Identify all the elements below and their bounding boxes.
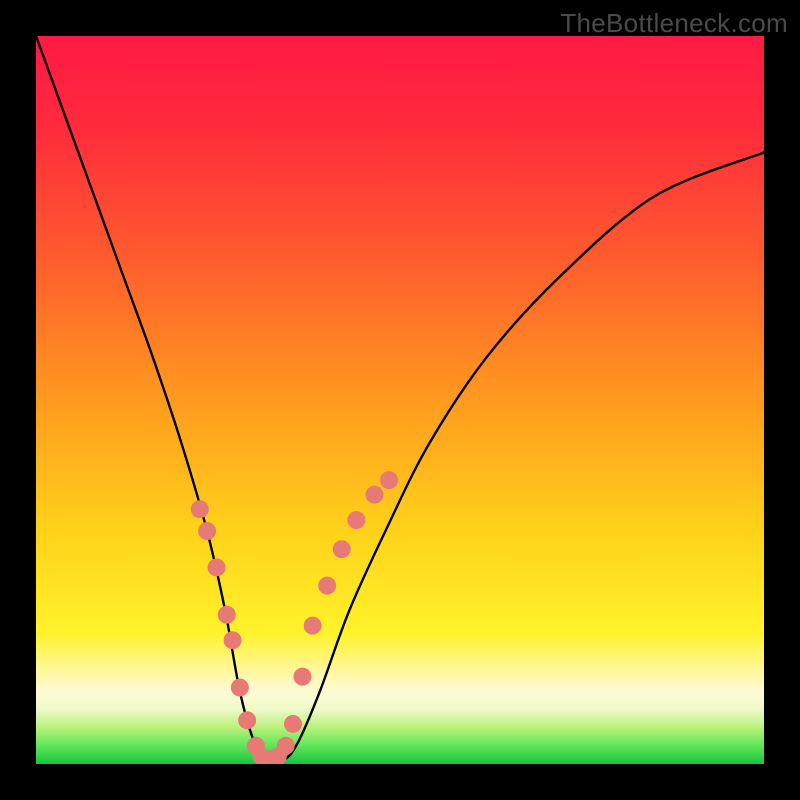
chart-svg (36, 36, 764, 764)
data-marker (191, 500, 209, 518)
data-marker (333, 540, 351, 558)
data-marker (231, 679, 249, 697)
data-marker (198, 522, 216, 540)
data-marker (380, 471, 398, 489)
data-marker (366, 486, 384, 504)
data-marker (238, 711, 256, 729)
data-marker (304, 617, 322, 635)
chart-plot-area (36, 36, 764, 764)
data-marker (318, 577, 336, 595)
data-marker (284, 715, 302, 733)
chart-frame: TheBottleneck.com (0, 0, 800, 800)
gradient-background (36, 36, 764, 764)
data-marker (208, 558, 226, 576)
data-marker (293, 668, 311, 686)
data-marker (224, 631, 242, 649)
data-marker (277, 737, 295, 755)
data-marker (218, 606, 236, 624)
data-marker (347, 511, 365, 529)
watermark-text: TheBottleneck.com (560, 8, 788, 39)
